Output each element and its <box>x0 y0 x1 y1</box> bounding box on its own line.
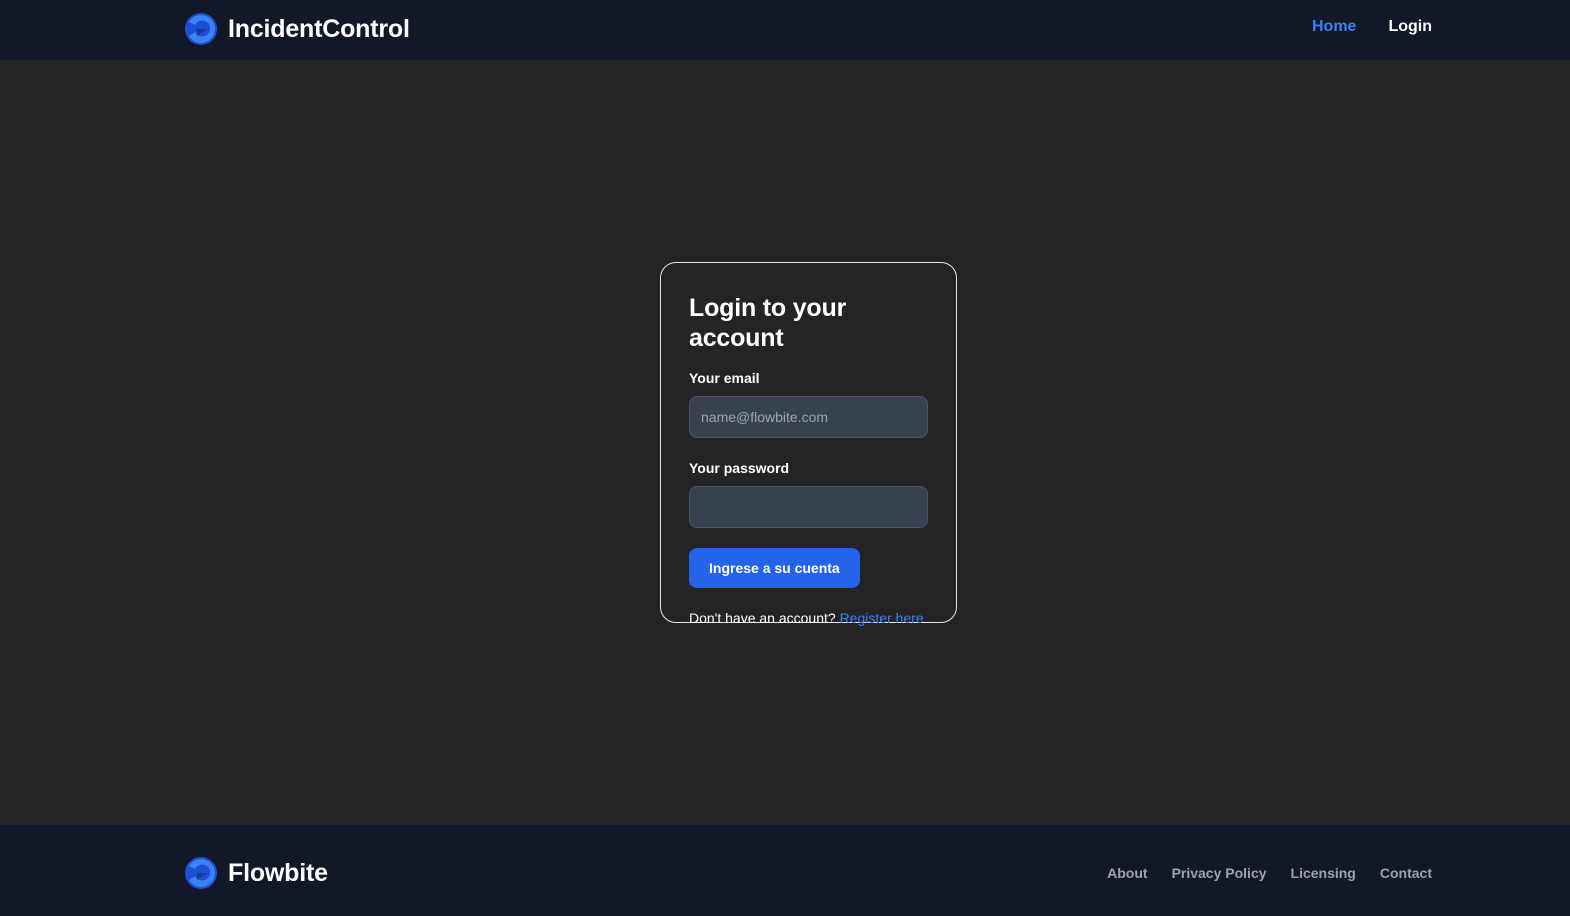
footer: Flowbite About Privacy Policy Licensing … <box>0 825 1570 916</box>
footer-brand-name: Flowbite <box>228 858 328 887</box>
password-label: Your password <box>689 460 790 476</box>
nav-home-link[interactable]: Home <box>1312 18 1356 36</box>
register-prompt-text: Don't have an account? <box>689 610 836 626</box>
password-input[interactable] <box>689 486 928 528</box>
footer-link-about[interactable]: About <box>1107 865 1147 881</box>
navbar: IncidentControl Home Login <box>0 0 1570 60</box>
login-card: Login to your account Your email Your pa… <box>660 262 957 626</box>
login-title: Login to your account <box>689 294 847 352</box>
register-prompt-line: Don't have an account? Register here <box>689 609 928 627</box>
register-link[interactable]: Register here <box>840 610 924 626</box>
nav-menu: Home Login <box>1312 18 1432 36</box>
brand-name: IncidentControl <box>228 14 410 43</box>
email-input[interactable] <box>689 396 928 438</box>
footer-link-privacy-policy[interactable]: Privacy Policy <box>1172 865 1267 881</box>
footer-link-licensing[interactable]: Licensing <box>1291 865 1356 881</box>
flowbite-logo-icon <box>185 857 217 889</box>
footer-brand-link[interactable]: Flowbite <box>185 856 328 890</box>
footer-link-contact[interactable]: Contact <box>1380 865 1432 881</box>
nav-login-link[interactable]: Login <box>1388 18 1432 36</box>
flowbite-logo-icon <box>185 13 217 45</box>
email-label: Your email <box>689 370 760 386</box>
footer-links: About Privacy Policy Licensing Contact <box>1107 865 1432 881</box>
login-submit-button[interactable]: Ingrese a su cuenta <box>689 548 860 588</box>
brand-link[interactable]: IncidentControl <box>185 12 410 46</box>
